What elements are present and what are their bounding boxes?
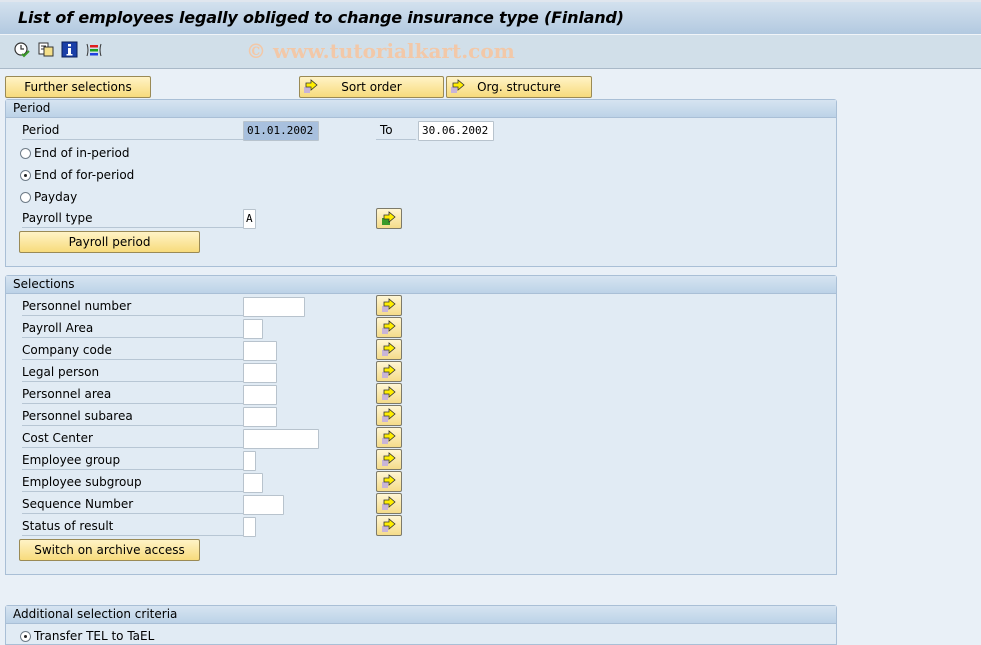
radio-end-of-in-period[interactable]: End of in-period [20, 144, 130, 162]
period-group-title: Period [6, 100, 836, 118]
personnel-area-label: Personnel area [22, 386, 244, 404]
sort-order-button[interactable]: Sort order [299, 76, 444, 98]
radio-circle[interactable] [20, 631, 31, 642]
watermark: © www.tutorialkart.com [246, 39, 515, 63]
company-code-label: Company code [22, 342, 244, 360]
additional-criteria-title: Additional selection criteria [6, 606, 836, 624]
legal-person-label: Legal person [22, 364, 244, 382]
payroll-type-label: Payroll type [22, 210, 244, 228]
personnel-area-multiple-selection-button[interactable] [376, 383, 402, 404]
period-label: Period [22, 122, 244, 140]
arrow-right-icon [304, 79, 320, 101]
info-icon[interactable] [61, 41, 79, 59]
payroll-period-label: Payroll period [68, 235, 151, 249]
get-variant-icon[interactable] [37, 41, 55, 59]
sequence-number-label: Sequence Number [22, 496, 244, 514]
arrow-right-icon [382, 518, 396, 532]
employee-group-label: Employee group [22, 452, 244, 470]
radio-label: Payday [34, 190, 78, 204]
status-of-result-field[interactable] [243, 517, 256, 537]
cost-center-label: Cost Center [22, 430, 244, 448]
payroll-area-multiple-selection-button[interactable] [376, 317, 402, 338]
arrow-right-icon [382, 474, 396, 488]
page-title: List of employees legally obliged to cha… [18, 8, 624, 27]
arrow-right-icon [382, 342, 396, 356]
org-structure-label: Org. structure [477, 80, 561, 94]
cost-center-multiple-selection-button[interactable] [376, 427, 402, 448]
arrow-right-icon [382, 430, 396, 444]
radio-label: End of in-period [34, 146, 130, 160]
personnel-number-label: Personnel number [22, 298, 244, 316]
employee-group-field[interactable] [243, 451, 256, 471]
sequence-number-field[interactable] [243, 495, 284, 515]
radio-label: Transfer TEL to TaEL [34, 629, 155, 643]
radio-circle[interactable] [20, 148, 31, 159]
personnel-subarea-field[interactable] [243, 407, 277, 427]
arrow-right-icon [382, 452, 396, 466]
period-to-label: To [376, 122, 416, 140]
status-of-result-label: Status of result [22, 518, 244, 536]
status-of-result-multiple-selection-button[interactable] [376, 515, 402, 536]
company-code-multiple-selection-button[interactable] [376, 339, 402, 360]
radio-end-of-for-period[interactable]: End of for-period [20, 166, 134, 184]
org-structure-button[interactable]: Org. structure [446, 76, 592, 98]
sequence-number-multiple-selection-button[interactable] [376, 493, 402, 514]
radio-label: End of for-period [34, 168, 135, 182]
personnel-subarea-label: Personnel subarea [22, 408, 244, 426]
payroll-area-label: Payroll Area [22, 320, 244, 338]
title-bar: List of employees legally obliged to cha… [0, 0, 981, 35]
arrow-right-icon [382, 320, 396, 334]
application-toolbar: © www.tutorialkart.com [0, 35, 981, 69]
employee-subgroup-field[interactable] [243, 473, 263, 493]
selection-options-icon[interactable] [85, 41, 103, 59]
arrow-right-icon [382, 364, 396, 378]
legal-person-multiple-selection-button[interactable] [376, 361, 402, 382]
period-from-field[interactable]: 01.01.2002 [243, 121, 319, 141]
payroll-area-field[interactable] [243, 319, 263, 339]
payroll-type-field[interactable]: A [243, 209, 256, 229]
further-selections-label: Further selections [24, 80, 132, 94]
further-selections-button[interactable]: Further selections [5, 76, 151, 98]
execute-clock-icon[interactable] [13, 41, 31, 59]
personnel-number-multiple-selection-button[interactable] [376, 295, 402, 316]
selections-group-title: Selections [6, 276, 836, 294]
employee-subgroup-label: Employee subgroup [22, 474, 244, 492]
arrow-right-icon [382, 408, 396, 422]
employee-group-multiple-selection-button[interactable] [376, 449, 402, 470]
payroll-period-button[interactable]: Payroll period [19, 231, 200, 253]
personnel-number-field[interactable] [243, 297, 305, 317]
arrow-right-icon [382, 386, 396, 400]
radio-payday[interactable]: Payday [20, 188, 77, 206]
arrow-right-green-icon [382, 211, 396, 225]
radio-circle[interactable] [20, 170, 31, 181]
arrow-right-icon [382, 298, 396, 312]
radio-circle[interactable] [20, 192, 31, 203]
personnel-area-field[interactable] [243, 385, 277, 405]
archive-access-button[interactable]: Switch on archive access [19, 539, 200, 561]
personnel-subarea-multiple-selection-button[interactable] [376, 405, 402, 426]
archive-access-label: Switch on archive access [34, 543, 185, 557]
company-code-field[interactable] [243, 341, 277, 361]
employee-subgroup-multiple-selection-button[interactable] [376, 471, 402, 492]
radio-transfer-tel[interactable]: Transfer TEL to TaEL [20, 627, 154, 645]
period-to-field[interactable]: 30.06.2002 [418, 121, 494, 141]
payroll-type-options-button[interactable] [376, 208, 402, 229]
arrow-right-icon [451, 79, 467, 101]
sort-order-label: Sort order [341, 80, 402, 94]
legal-person-field[interactable] [243, 363, 277, 383]
cost-center-field[interactable] [243, 429, 319, 449]
arrow-right-icon [382, 496, 396, 510]
